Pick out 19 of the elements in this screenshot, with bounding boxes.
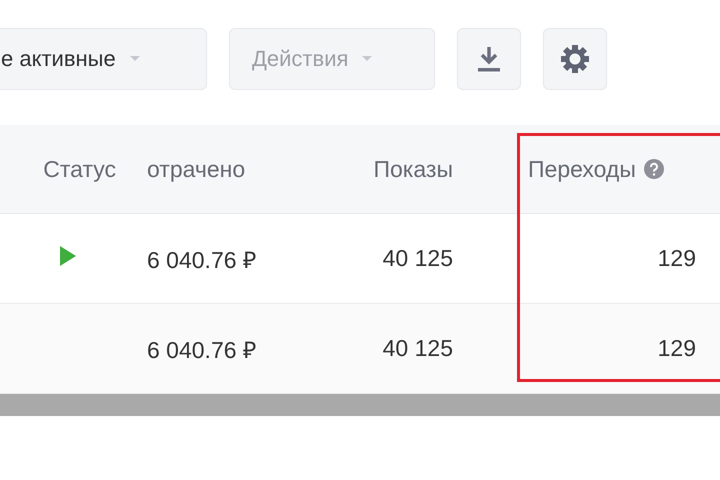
table-cell-text: 129	[656, 245, 697, 272]
table-cell-text: 40 125	[382, 335, 454, 362]
help-icon[interactable]	[644, 159, 664, 179]
scrollbar[interactable]	[0, 394, 720, 416]
column-header[interactable]: Показы	[300, 156, 470, 182]
settings-button[interactable]	[543, 28, 607, 90]
filter-dropdown[interactable]: е активные	[0, 28, 207, 90]
caret-icon	[130, 56, 140, 62]
caret-icon	[362, 56, 372, 62]
table-cell-text: 40 125	[382, 245, 454, 272]
download-button[interactable]	[457, 28, 521, 90]
column-header[interactable]: Статус	[0, 156, 130, 182]
download-icon	[477, 45, 501, 73]
table-cell-text: 6 040.76 ₽	[146, 336, 257, 364]
table-cell-text: 6 040.76 ₽	[146, 246, 257, 274]
column-header[interactable]: отрачено	[130, 156, 300, 182]
table-cell-text: 129	[656, 335, 697, 362]
settings-icon	[559, 43, 591, 75]
column-header[interactable]: Переходы	[528, 156, 636, 182]
